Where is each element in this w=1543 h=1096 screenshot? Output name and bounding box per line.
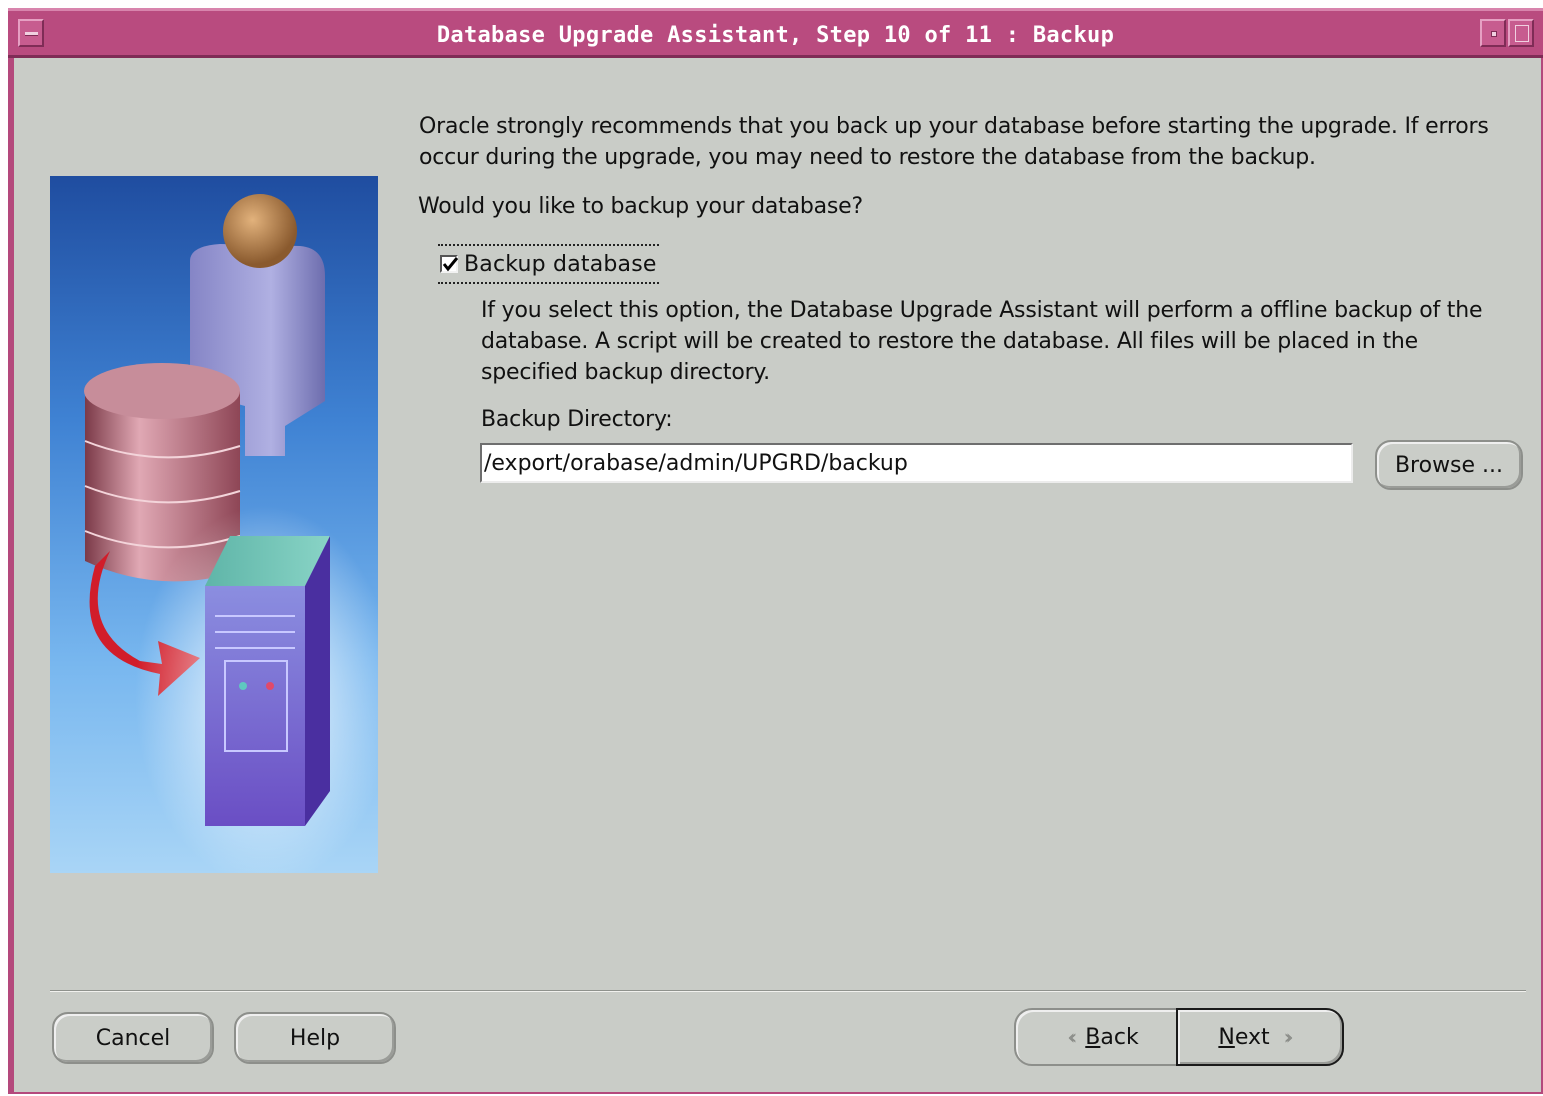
back-arrow-icon: ‹‹: [1067, 1025, 1077, 1049]
browse-button[interactable]: Browse ...: [1375, 440, 1523, 490]
back-button[interactable]: ‹‹ Back: [1016, 1010, 1176, 1064]
title-bar[interactable]: Database Upgrade Assistant, Step 10 of 1…: [8, 8, 1543, 58]
cancel-button[interactable]: Cancel: [52, 1012, 214, 1064]
minimize-button[interactable]: [1480, 19, 1506, 47]
maximize-button[interactable]: [1508, 19, 1534, 47]
minimize-icon: [1491, 31, 1497, 37]
window-title: Database Upgrade Assistant, Step 10 of 1…: [436, 23, 1115, 48]
backup-question: Would you like to backup your database?: [418, 194, 863, 219]
intro-text: Oracle strongly recommends that you back…: [419, 114, 1489, 170]
backup-database-label: Backup database: [464, 251, 657, 277]
maximize-icon: [1515, 25, 1529, 42]
backup-database-checkbox[interactable]: Backup database: [438, 244, 659, 284]
backup-description: If you select this option, the Database …: [481, 298, 1483, 385]
help-button[interactable]: Help: [234, 1012, 396, 1064]
next-label: Next: [1218, 1024, 1270, 1050]
next-arrow-icon: ››: [1283, 1025, 1294, 1049]
backup-directory-label: Backup Directory:: [481, 407, 673, 432]
backup-directory-input[interactable]: [480, 443, 1353, 483]
back-label: Back: [1085, 1024, 1139, 1050]
backup-illustration: [50, 176, 395, 886]
next-button[interactable]: Next ››: [1176, 1008, 1344, 1066]
checkmark-icon: [442, 257, 459, 272]
footer-separator: [50, 990, 1526, 992]
checkbox-box[interactable]: [440, 255, 459, 273]
backup-illustration-graphic: [84, 194, 395, 886]
dbua-window: Database Upgrade Assistant, Step 10 of 1…: [8, 8, 1543, 1094]
